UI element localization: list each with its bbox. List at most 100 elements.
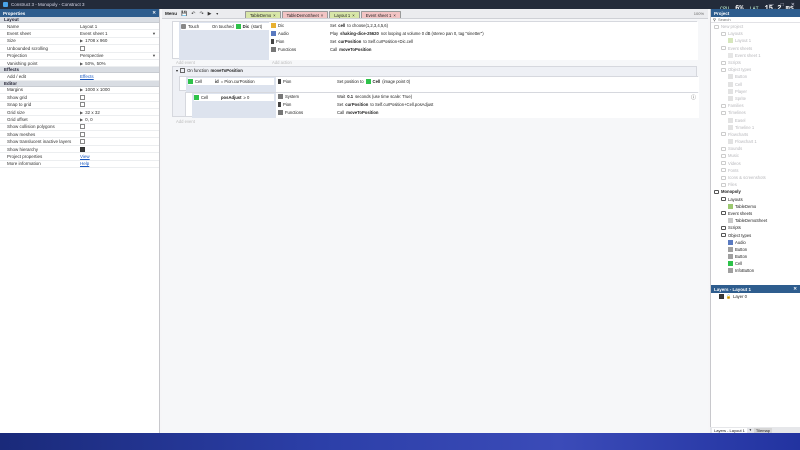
tree-item[interactable]: Button: [711, 246, 800, 253]
action-row[interactable]: Pion Set position to Cell (image point 0): [278, 79, 410, 84]
grid-size-value[interactable]: 32 x 32: [85, 110, 100, 115]
event-block[interactable]: Cell posAdjust ≥ 0 System Wait 0.1 seconds …: [185, 92, 699, 118]
unbounded-scrolling-checkbox[interactable]: [80, 45, 85, 51]
panel-close-icon[interactable]: ✕: [152, 10, 159, 16]
tree-item[interactable]: Timelines: [711, 109, 800, 116]
tree-item[interactable]: Audio: [711, 239, 800, 246]
prop-row[interactable]: Event sheet Event sheet 1 ▼: [0, 30, 159, 38]
tree-item[interactable]: Object types: [711, 231, 800, 238]
prop-row[interactable]: Show meshes: [0, 131, 159, 139]
show-meshes-checkbox[interactable]: [80, 131, 85, 137]
tree-item[interactable]: Event sheets: [711, 45, 800, 52]
tree-item[interactable]: Layouts: [711, 30, 800, 37]
tree-item[interactable]: Easel: [711, 116, 800, 123]
add-action-link[interactable]: Add action: [272, 60, 292, 65]
tab-tabledemo[interactable]: TableDemo ×: [244, 11, 281, 18]
prop-row[interactable]: Grid offset ▶ 0, 0: [0, 116, 159, 124]
action-row[interactable]: Functions Call moveToPosition: [271, 47, 371, 52]
prop-row[interactable]: Projection Perspective ▼: [0, 53, 159, 60]
prop-row[interactable]: Show collision polygons: [0, 124, 159, 132]
undo-icon[interactable]: ↶: [191, 11, 195, 17]
tab-tabledemosheet[interactable]: TableDemoSheet ×: [281, 11, 329, 18]
show-hierarchy-checkbox[interactable]: [80, 146, 85, 152]
tab-close-icon[interactable]: ×: [393, 13, 395, 18]
tree-item[interactable]: Sounds: [711, 145, 800, 152]
expand-icon[interactable]: ▶: [80, 87, 83, 92]
tree-item[interactable]: Timeline 1: [711, 124, 800, 131]
tree-item[interactable]: Videos: [711, 160, 800, 167]
action-row[interactable]: Audio Play shaking-dice-25620 not looping a…: [271, 31, 484, 36]
vanishing-point-value[interactable]: 50%, 50%: [85, 61, 106, 66]
prop-row[interactable]: Show translucent inactive layers: [0, 138, 159, 146]
chevron-down-icon[interactable]: ▼: [152, 53, 159, 58]
tree-item[interactable]: Event sheets: [711, 210, 800, 217]
collapse-icon[interactable]: ▾: [176, 68, 178, 73]
condition-row[interactable]: Cell posAdjust ≥ 0: [194, 94, 274, 101]
chevron-down-icon[interactable]: ▼: [216, 12, 219, 16]
layer-row[interactable]: 🔓 Layer 0: [711, 293, 800, 300]
event-block[interactable]: Touch On touched Dic (start) Dic Set cell t…: [172, 21, 698, 60]
name-value[interactable]: Layout 1: [80, 24, 97, 29]
tab-close-icon[interactable]: ×: [321, 13, 323, 18]
chevron-down-icon[interactable]: ▼: [152, 31, 159, 36]
tree-item[interactable]: Button: [711, 253, 800, 260]
tree-item[interactable]: Event sheet 1: [711, 52, 800, 59]
expand-icon[interactable]: ▶: [80, 110, 83, 115]
tab-event-sheet-1[interactable]: Event sheet 1 ×: [360, 11, 401, 18]
collision-polygons-checkbox[interactable]: [80, 124, 85, 130]
tab-layers[interactable]: Layers - Layout 1: [712, 427, 747, 433]
layer-visible-checkbox[interactable]: [719, 294, 724, 300]
action-row[interactable]: Pion Set curPosition to Self.curPosition+Di…: [271, 39, 413, 44]
play-icon[interactable]: ▶: [208, 11, 212, 17]
tree-item[interactable]: Flowchart 1: [711, 138, 800, 145]
tree-item[interactable]: Music: [711, 152, 800, 159]
show-grid-checkbox[interactable]: [80, 94, 85, 100]
prop-row[interactable]: More information Help: [0, 161, 159, 169]
action-row[interactable]: Functions Call moveToPosition: [278, 110, 378, 115]
tree-item[interactable]: Files: [711, 181, 800, 188]
menu-button[interactable]: Menu: [165, 11, 177, 16]
tab-close-icon[interactable]: ×: [352, 13, 354, 18]
save-icon[interactable]: 💾: [181, 11, 187, 17]
prop-row[interactable]: Size ▶ 1708 x 960: [0, 38, 159, 46]
tab-tilemap[interactable]: Tilemap: [753, 427, 772, 433]
lock-icon[interactable]: 🔓: [726, 294, 731, 299]
action-row[interactable]: Dic Set cell to choose(1,2,3,4,5,6): [271, 23, 388, 28]
tree-item[interactable]: Flowcharts: [711, 131, 800, 138]
function-header[interactable]: ▾ On function moveToPosition: [176, 68, 243, 73]
tree-item[interactable]: Scripts: [711, 224, 800, 231]
snap-to-grid-checkbox[interactable]: [80, 102, 85, 108]
tree-item[interactable]: TableDemoSheet: [711, 217, 800, 224]
expand-icon[interactable]: ▶: [80, 38, 83, 43]
prop-row[interactable]: Show grid: [0, 94, 159, 102]
tree-item[interactable]: Families: [711, 102, 800, 109]
tree-item[interactable]: TableDemo: [711, 203, 800, 210]
tree-item[interactable]: Layouts: [711, 196, 800, 203]
prop-row[interactable]: Grid size ▶ 32 x 32: [0, 109, 159, 117]
expand-icon[interactable]: ▶: [80, 117, 83, 122]
prop-row[interactable]: Name Layout 1: [0, 23, 159, 31]
tree-item[interactable]: Button: [711, 73, 800, 80]
prop-row[interactable]: Snap to grid: [0, 102, 159, 109]
effects-link[interactable]: Effects: [80, 74, 94, 79]
prop-row[interactable]: Show hierarchy: [0, 146, 159, 154]
event-sheet-select[interactable]: Event sheet 1: [80, 31, 108, 36]
tree-item[interactable]: Icons & screenshots: [711, 174, 800, 181]
prop-row[interactable]: Vanishing point ▶ 50%, 50%: [0, 60, 159, 68]
tree-item[interactable]: Monopoly: [711, 188, 800, 195]
tree-item[interactable]: InfoButton: [711, 267, 800, 274]
tree-item[interactable]: Fonts: [711, 167, 800, 174]
tree-item[interactable]: Scripts: [711, 59, 800, 66]
tree-item[interactable]: New project: [711, 23, 800, 30]
info-icon[interactable]: ⓘ: [691, 94, 696, 101]
add-event-link[interactable]: Add event: [176, 119, 195, 124]
prop-row[interactable]: Add / edit Effects: [0, 73, 159, 81]
event-block[interactable]: Cell id = Pion.curPosition Pion Set posit…: [179, 76, 699, 92]
event-condition[interactable]: Touch On touched Dic (start): [179, 22, 269, 60]
function-block[interactable]: ▾ On function moveToPosition Cell id = P…: [172, 66, 699, 118]
redo-icon[interactable]: ↷: [199, 11, 203, 17]
panel-close-icon[interactable]: ✕: [793, 286, 800, 292]
prop-row[interactable]: Project properties View: [0, 153, 159, 161]
tree-item[interactable]: Layout 1: [711, 37, 800, 44]
event-condition[interactable]: Cell id = Pion.curPosition: [186, 77, 276, 92]
